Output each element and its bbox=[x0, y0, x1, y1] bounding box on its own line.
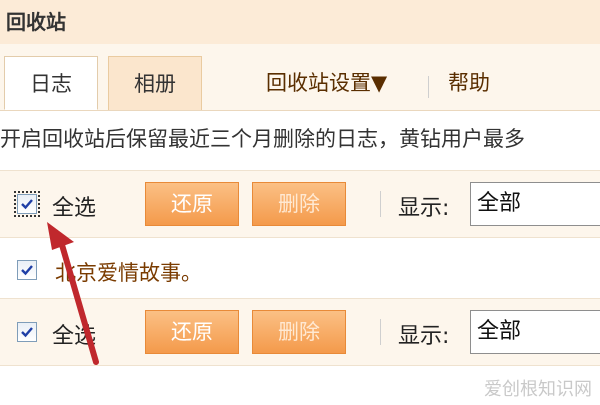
checkmark-icon bbox=[21, 327, 33, 338]
display-filter-select[interactable]: 全部 bbox=[470, 182, 600, 226]
delete-button-bottom[interactable]: 删除 bbox=[252, 310, 346, 354]
toolbar-divider bbox=[380, 319, 381, 345]
toolbar-divider bbox=[380, 191, 381, 217]
tab-album[interactable]: 相册 bbox=[108, 56, 202, 110]
tab-divider bbox=[428, 76, 429, 98]
recycle-settings-menu[interactable]: 回收站设置▼ bbox=[266, 56, 387, 110]
bottom-toolbar: 全选 还原 删除 显示: 全部 bbox=[0, 298, 600, 366]
display-filter-select-bottom[interactable]: 全部 bbox=[470, 310, 600, 354]
restore-button-bottom[interactable]: 还原 bbox=[145, 310, 239, 354]
watermark: 爱创根知识网 bbox=[484, 379, 592, 400]
delete-button[interactable]: 删除 bbox=[252, 182, 346, 226]
title-bar: 回收站 bbox=[0, 0, 600, 45]
select-all-checkbox[interactable] bbox=[14, 191, 40, 217]
display-label-bottom: 显示: bbox=[398, 324, 450, 349]
entry-checkbox[interactable] bbox=[17, 260, 37, 280]
checkmark-icon bbox=[21, 199, 33, 210]
entry-title-link[interactable]: 北京爱情故事。 bbox=[55, 257, 202, 287]
retention-notice: 开启回收站后保留最近三个月删除的日志，黄钻用户最多 bbox=[0, 127, 525, 151]
tab-bar: 日志 相册 回收站设置▼ 帮助 bbox=[0, 44, 600, 111]
top-toolbar: 全选 还原 删除 显示: 全部 bbox=[0, 170, 600, 238]
list-item: 北京爱情故事。 bbox=[0, 238, 600, 300]
help-link[interactable]: 帮助 bbox=[448, 56, 490, 110]
display-label: 显示: bbox=[398, 196, 450, 221]
tab-diary[interactable]: 日志 bbox=[4, 56, 98, 110]
select-all-label: 全选 bbox=[52, 196, 97, 221]
restore-button[interactable]: 还原 bbox=[145, 182, 239, 226]
page-title: 回收站 bbox=[6, 10, 66, 34]
select-all-label-bottom: 全选 bbox=[52, 324, 97, 349]
checkmark-icon bbox=[21, 265, 33, 276]
select-all-checkbox-bottom[interactable] bbox=[17, 322, 37, 342]
